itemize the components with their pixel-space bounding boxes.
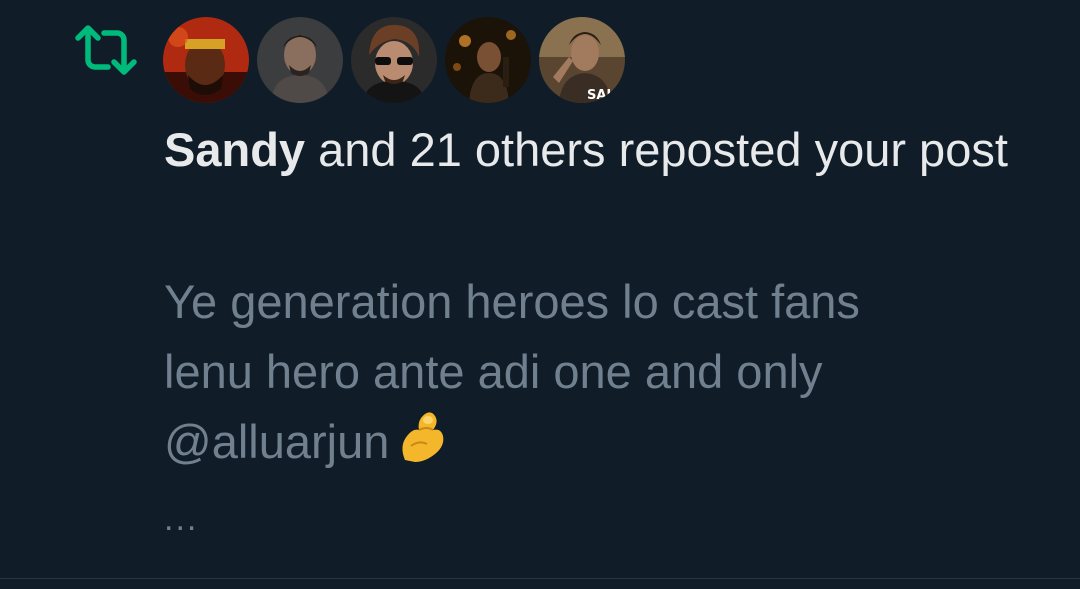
user-photo-3 <box>351 17 437 103</box>
user-photo-5: SAI <box>539 17 625 103</box>
user-photo-2 <box>257 17 343 103</box>
mention-link[interactable]: @alluarjun <box>164 415 389 468</box>
post-snippet[interactable]: Ye generation heroes lo cast fans lenu h… <box>164 267 1064 483</box>
user-photo-1 <box>163 17 249 103</box>
repost-notification[interactable]: SAI Sandy and 21 others reposted your po… <box>0 0 1080 589</box>
repost-icon <box>75 24 137 76</box>
avatar[interactable]: SAI <box>539 17 625 103</box>
svg-text:SAI: SAI <box>587 88 611 103</box>
pinched-fingers-emoji <box>397 410 447 483</box>
snippet-line: @alluarjun <box>164 407 1064 483</box>
snippet-line: lenu hero ante adi one and only <box>164 345 823 398</box>
user-photo-4 <box>445 17 531 103</box>
avatar[interactable] <box>163 17 249 103</box>
avatar[interactable] <box>445 17 531 103</box>
divider <box>0 578 1080 579</box>
avatar[interactable] <box>351 17 437 103</box>
notification-headline: Sandy and 21 others reposted your post <box>164 120 1064 180</box>
avatar[interactable] <box>257 17 343 103</box>
avatar-stack: SAI <box>163 17 625 103</box>
action-text: and 21 others reposted your post <box>305 123 1008 176</box>
snippet-line: Ye generation heroes lo cast fans <box>164 275 860 328</box>
actor-name[interactable]: Sandy <box>164 123 305 176</box>
more-indicator: ... <box>164 500 199 538</box>
